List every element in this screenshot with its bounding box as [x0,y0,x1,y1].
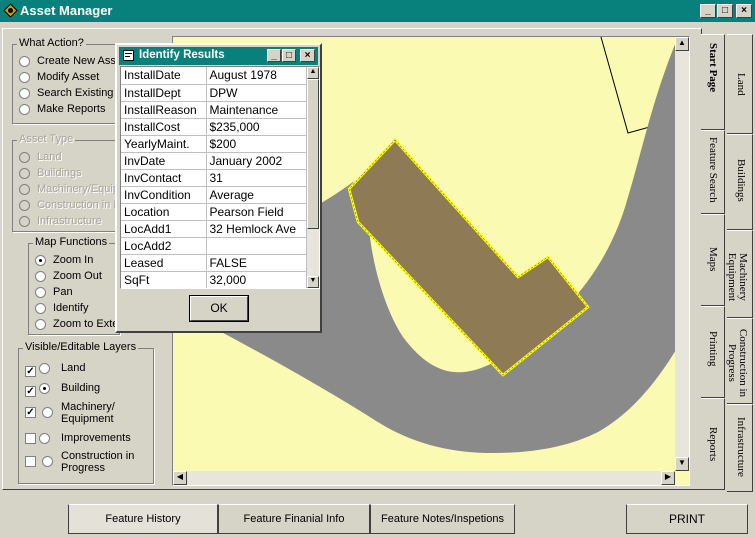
close-button[interactable]: × [736,4,752,18]
result-value: Maintenance [206,101,307,119]
layer-construction[interactable]: Construction in Progress [25,451,151,479]
tab-maps[interactable]: Maps [701,214,725,306]
layers-label: Visible/Editable Layers [23,341,139,353]
dialog-minimize-button[interactable]: _ [267,49,281,62]
result-field: Location [121,203,207,221]
asset-type-machinery-radio[interactable]: Machinery/Equip [19,184,119,197]
layer-improvements[interactable]: Improvements [25,433,151,447]
tab-machinery-equipment[interactable]: Machinery Equipment [726,230,753,318]
zoom-in-radio[interactable]: Zoom In [35,255,119,268]
map-functions-group: Map Functions Zoom In Zoom Out Pan Ident… [28,236,120,335]
action-search-radio[interactable]: Search Existing A [19,88,119,101]
map-vscrollbar[interactable]: ▲ ▼ [675,37,689,471]
map-functions-label: Map Functions [33,236,110,248]
asset-type-label: Asset Type [17,133,76,145]
print-button[interactable]: PRINT [626,504,748,534]
layer-building[interactable]: ✓ Building [25,383,151,397]
dialog-title-bar: Identify Results _ □ × [119,47,318,65]
tab-feature-notes[interactable]: Feature Notes/Inspetions [370,504,515,534]
result-value: FALSE [206,254,307,272]
result-row[interactable]: InstallReason Maintenance [121,101,307,119]
maximize-button[interactable]: □ [717,4,733,18]
what-action-label: What Action? [17,37,86,49]
tab-feature-history[interactable]: Feature History [68,504,218,534]
result-value: $200 [206,135,307,153]
asset-type-buildings-radio[interactable]: Buildings [19,168,119,181]
title-bar: Asset Manager _ □ × [0,0,755,22]
zoom-out-radio[interactable]: Zoom Out [35,271,119,284]
tab-infrastructure[interactable]: Infrastructure [727,404,753,492]
tab-construction[interactable]: Construction in Progress [726,318,753,404]
result-value: 32,000 [206,271,307,288]
asset-type-land-radio[interactable]: Land [19,152,119,165]
result-field: InstallReason [121,101,207,119]
action-create-radio[interactable]: Create New Asse [19,56,119,69]
dialog-icon [123,50,134,61]
dialog-title: Identify Results [139,49,225,61]
result-row[interactable]: LocAdd1 32 Hemlock Ave [121,220,307,238]
result-field: YearlyMaint. [121,135,207,153]
map-hscrollbar[interactable]: ◀ ▶ [173,471,675,485]
zoom-to-extent-radio[interactable]: Zoom to Exte [35,319,119,332]
result-value: DPW [206,84,307,102]
tab-feature-search[interactable]: Feature Search [701,130,725,214]
result-row[interactable]: InvDate January 2002 [121,152,307,170]
result-value: 32 Hemlock Ave [206,220,307,238]
action-modify-radio[interactable]: Modify Asset [19,72,119,85]
window-title: Asset Manager [20,3,113,18]
dialog-close-button[interactable]: × [300,49,315,62]
result-value: August 1978 [206,67,307,85]
asset-type-infrastructure-radio[interactable]: Infrastructure [19,216,119,229]
app-icon [3,3,18,18]
layers-group: Visible/Editable Layers ✓ Land ✓ Buildin… [18,341,154,484]
result-value: Pearson Field [206,203,307,221]
layer-machinery[interactable]: ✓ Machinery/ Equipment [25,402,151,430]
results-vscrollbar[interactable]: ▲ ▼ [307,67,319,288]
result-field: SqFt [121,271,207,288]
dialog-maximize-button[interactable]: □ [282,49,296,62]
result-row[interactable]: YearlyMaint. $200 [121,135,307,153]
asset-type-construction-radio[interactable]: Construction in P [19,200,119,213]
result-field: InvDate [121,152,207,170]
tab-feature-financial[interactable]: Feature Finanial Info [218,504,370,534]
result-value [206,237,307,255]
identify-radio[interactable]: Identify [35,303,119,316]
result-row[interactable]: Leased FALSE [121,254,307,272]
ok-button[interactable]: OK [189,295,249,322]
result-field: InvCondition [121,186,207,204]
pan-radio[interactable]: Pan [35,287,119,300]
results-grid[interactable]: InstallDate August 1978 InstallDept DPW Inst… [120,66,320,289]
result-value: Average [206,186,307,204]
result-row[interactable]: InvContact 31 [121,169,307,187]
result-value: January 2002 [206,152,307,170]
result-row[interactable]: InstallDate August 1978 [121,67,307,85]
result-field: InstallCost [121,118,207,136]
identify-results-dialog: Identify Results _ □ × InstallDate August… [115,43,322,333]
result-row[interactable]: InvCondition Average [121,186,307,204]
action-reports-radio[interactable]: Make Reports [19,104,119,117]
tab-printing[interactable]: Printing [701,306,725,398]
results-table: InstallDate August 1978 InstallDept DPW Inst… [121,67,307,288]
tab-land[interactable]: Land [727,34,753,134]
result-field: InstallDept [121,84,207,102]
layer-land[interactable]: ✓ Land [25,363,151,377]
result-row[interactable]: SqFt 32,000 [121,271,307,288]
result-value: 31 [206,169,307,187]
result-row[interactable]: InstallDept DPW [121,84,307,102]
tab-buildings[interactable]: Buildings [727,134,753,230]
result-row[interactable]: LocAdd2 [121,237,307,255]
result-field: LocAdd2 [121,237,207,255]
minimize-button[interactable]: _ [700,4,716,18]
asset-type-group: Asset Type Land Buildings Machinery/Equi… [12,133,120,232]
result-row[interactable]: InstallCost $235,000 [121,118,307,136]
tab-start-page[interactable]: Start Page [701,34,725,130]
result-field: Leased [121,254,207,272]
what-action-group: What Action? Create New Asse Modify Asse… [12,37,120,124]
result-row[interactable]: Location Pearson Field [121,203,307,221]
result-field: InvContact [121,169,207,187]
result-value: $235,000 [206,118,307,136]
tab-reports[interactable]: Reports [701,398,725,490]
result-field: LocAdd1 [121,220,207,238]
result-field: InstallDate [121,67,207,85]
